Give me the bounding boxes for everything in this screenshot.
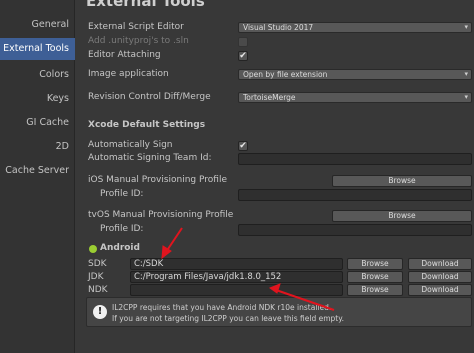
sidebar-item-general[interactable]: General <box>0 14 75 36</box>
external-tools-panel: External Tools External Script Editor Vi… <box>76 0 474 353</box>
image-application-dropdown[interactable]: Open by file extension ▾ <box>238 69 472 80</box>
sdk-label: SDK <box>88 259 107 269</box>
auto-signing-team-input[interactable] <box>238 153 472 165</box>
tvos-browse-button[interactable]: Browse <box>332 210 472 222</box>
add-unityproj-label: Add .unityproj's to .sln <box>88 36 189 46</box>
ios-profile-id-label: Profile ID: <box>100 189 144 199</box>
tvos-profile-id-label: Profile ID: <box>100 224 144 234</box>
sidebar-item-colors[interactable]: Colors <box>0 64 75 86</box>
android-section-header: Android <box>100 243 140 253</box>
auto-sign-label: Automatically Sign <box>88 140 173 150</box>
tvos-profile-id-input[interactable] <box>238 224 472 236</box>
image-application-label: Image application <box>88 69 169 79</box>
ios-profile-label: iOS Manual Provisioning Profile <box>88 175 227 185</box>
revision-control-dropdown[interactable]: TortoiseMerge ▾ <box>238 92 472 103</box>
chevron-down-icon: ▾ <box>464 23 468 31</box>
sidebar-item-cache-server[interactable]: Cache Server <box>0 160 75 182</box>
xcode-section-header: Xcode Default Settings <box>88 120 206 130</box>
revision-control-value: TortoiseMerge <box>243 93 296 102</box>
editor-attaching-label: Editor Attaching <box>88 50 161 60</box>
ndk-path-input[interactable] <box>130 284 343 296</box>
sidebar-item-external-tools[interactable]: External Tools <box>0 38 75 60</box>
revision-control-label: Revision Control Diff/Merge <box>88 92 211 102</box>
jdk-download-button[interactable]: Download <box>408 271 472 283</box>
check-icon: ✔ <box>239 51 247 61</box>
external-script-editor-dropdown[interactable]: Visual Studio 2017 ▾ <box>238 22 472 33</box>
editor-attaching-checkbox[interactable]: ✔ <box>238 51 248 61</box>
jdk-label: JDK <box>88 272 104 282</box>
image-application-value: Open by file extension <box>243 70 328 79</box>
sidebar-item-2d[interactable]: 2D <box>0 136 75 158</box>
add-unityproj-checkbox[interactable] <box>238 37 248 47</box>
sdk-browse-button[interactable]: Browse <box>347 258 403 270</box>
ios-browse-button[interactable]: Browse <box>332 175 472 187</box>
help-text-line-1: IL2CPP requires that you have Android ND… <box>112 303 332 312</box>
auto-signing-team-label: Automatic Signing Team Id: <box>88 153 212 163</box>
ndk-help-box: ! IL2CPP requires that you have Android … <box>86 297 472 327</box>
check-icon: ✔ <box>239 141 247 151</box>
external-script-editor-label: External Script Editor <box>88 22 184 32</box>
ndk-label: NDK <box>88 285 108 295</box>
jdk-browse-button[interactable]: Browse <box>347 271 403 283</box>
sdk-download-button[interactable]: Download <box>408 258 472 270</box>
sdk-path-input[interactable]: C:/SDK <box>130 258 343 270</box>
tvos-profile-label: tvOS Manual Provisioning Profile <box>88 210 234 220</box>
auto-sign-checkbox[interactable]: ✔ <box>238 141 248 151</box>
warning-icon: ! <box>93 305 107 319</box>
chevron-down-icon: ▾ <box>464 93 468 101</box>
sidebar-item-keys[interactable]: Keys <box>0 88 75 110</box>
sidebar-item-gi-cache[interactable]: GI Cache <box>0 112 75 134</box>
page-title: External Tools <box>86 0 205 10</box>
ndk-download-button[interactable]: Download <box>408 284 472 296</box>
android-icon <box>89 245 97 253</box>
preferences-sidebar: General External Tools Colors Keys GI Ca… <box>0 0 75 353</box>
help-text-line-2: If you are not targeting IL2CPP you can … <box>112 314 344 323</box>
ios-profile-id-input[interactable] <box>238 189 472 201</box>
jdk-path-input[interactable]: C:/Program Files/Java/jdk1.8.0_152 <box>130 271 343 283</box>
external-script-editor-value: Visual Studio 2017 <box>243 23 314 32</box>
ndk-browse-button[interactable]: Browse <box>347 284 403 296</box>
chevron-down-icon: ▾ <box>464 70 468 78</box>
